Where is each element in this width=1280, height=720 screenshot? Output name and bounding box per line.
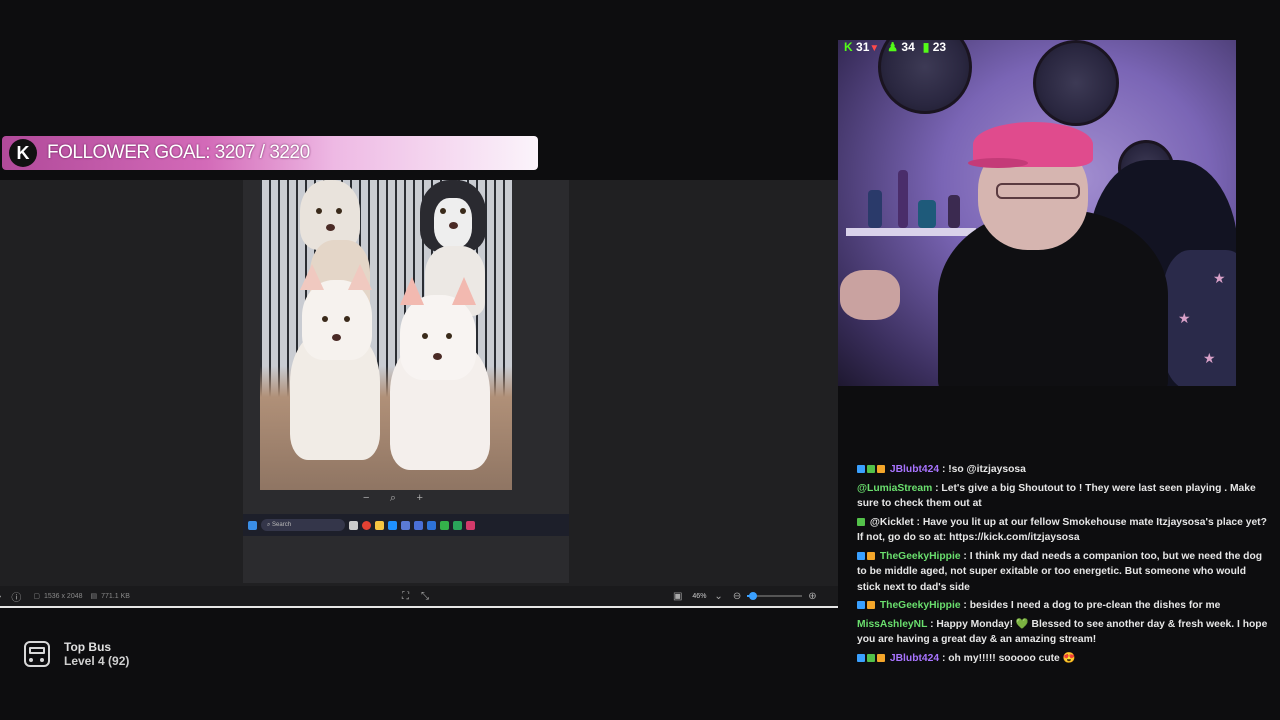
- chat-badge-icon: [857, 465, 865, 473]
- chat-panel: JBlubt424 : !so @itzjaysosa @LumiaStream …: [857, 462, 1269, 669]
- zoom-slider[interactable]: [747, 592, 803, 600]
- chat-username[interactable]: TheGeekyHippie: [880, 551, 961, 562]
- kick-count: 31: [856, 40, 870, 54]
- dreamcatcher: [1033, 40, 1119, 126]
- zoom-slider-knob[interactable]: [748, 592, 757, 600]
- chat-badge-icon: [867, 601, 875, 609]
- webcam-feed: ★ ★ ★ K 31▼ ♟ 34 ▮ 23: [838, 40, 1236, 386]
- chat-badge-icon: [877, 653, 885, 662]
- viewer-count: 34: [901, 40, 915, 54]
- top-bus-title: Top Bus: [64, 640, 112, 654]
- screenshot-icon[interactable]: ▣: [673, 591, 682, 602]
- chat-badge-icon: [857, 517, 865, 526]
- zoom-in-button[interactable]: +: [417, 492, 423, 506]
- chat-message: TheGeekyHippie : besides I need a dog to…: [857, 598, 1269, 614]
- viewer-status-bar: › ⓘ ▢ 1536 x 2048 ▤ 771.1 KB ⛶ ⤡ ▣ 46% ⌄…: [0, 586, 838, 608]
- puppy-dog: [400, 277, 476, 380]
- top-bus-level: Level 4 (92): [64, 654, 130, 668]
- bar-chart-icon: ▮: [922, 40, 930, 54]
- chat-message: JBlubt424 : oh my!!!!! sooooo cute 😍: [857, 651, 1269, 667]
- captured-taskbar: ⌕ Search: [243, 514, 569, 536]
- kick-logo-icon: K: [9, 139, 37, 167]
- chat-message: @Kicklet : Have you lit up at our fellow…: [857, 515, 1269, 546]
- photo-zoom-controls: − ⌕ +: [363, 492, 423, 506]
- zoom-search-icon[interactable]: ⌕: [390, 492, 396, 506]
- chat-message: TheGeekyHippie : I think my dad needs a …: [857, 549, 1269, 596]
- app-icon: [440, 520, 449, 530]
- glasses: [996, 183, 1080, 199]
- dogs-photo: [260, 180, 512, 490]
- taskbar-search-box: ⌕ Search: [261, 519, 345, 531]
- task-view-icon: [349, 520, 358, 530]
- chat-message: MissAshleyNL : Happy Monday! 💚 Blessed t…: [857, 617, 1269, 648]
- chat-username[interactable]: @Kicklet: [870, 517, 914, 528]
- chat-message: @LumiaStream : Let's give a big Shoutout…: [857, 481, 1269, 512]
- chat-badge-icon: [857, 601, 865, 609]
- shelf: [846, 228, 976, 236]
- app-icon: [466, 520, 475, 530]
- chat-badge-icon: [877, 465, 885, 473]
- chevron-down-icon[interactable]: ⌄: [714, 591, 722, 602]
- chat-message-text: : !so @itzjaysosa: [939, 464, 1026, 475]
- pink-cap-brim: [968, 158, 1028, 168]
- bus-icon: [24, 641, 50, 667]
- fit-to-window-icon[interactable]: ⛶: [402, 591, 409, 602]
- file-size: 771.1 KB: [101, 592, 130, 600]
- zoom-out-button[interactable]: −: [363, 492, 369, 506]
- zoom-in-icon[interactable]: ⊕: [808, 591, 816, 602]
- top-bus-widget: Top Bus Level 4 (92): [24, 640, 129, 668]
- app-icon: [453, 520, 462, 530]
- chat-message: JBlubt424 : !so @itzjaysosa: [857, 462, 1269, 478]
- windows-start-icon: [248, 520, 257, 530]
- app-icon: [414, 520, 423, 530]
- chat-username[interactable]: @LumiaStream: [857, 483, 932, 494]
- puppy-dog: [300, 264, 372, 360]
- chat-username[interactable]: JBlubt424: [890, 653, 939, 664]
- image-dimensions: 1536 x 2048: [43, 592, 83, 600]
- husky-dog: [420, 180, 486, 252]
- app-icon: [427, 520, 436, 530]
- app-icon: [401, 520, 410, 530]
- chat-badge-icon: [867, 653, 875, 662]
- chat-message-text: : oh my!!!!! sooooo cute 😍: [939, 652, 1076, 664]
- chat-badge-icon: [867, 465, 875, 473]
- arrow-down-icon: ▼: [869, 43, 880, 54]
- zoom-out-icon[interactable]: ⊖: [733, 591, 741, 602]
- chat-message-text: : besides I need a dog to pre-clean the …: [960, 600, 1221, 611]
- follower-goal-text: FOLLOWER GOAL: 3207 / 3220: [47, 142, 310, 163]
- chat-username[interactable]: TheGeekyHippie: [880, 600, 961, 611]
- follower-goal-bar: K FOLLOWER GOAL: 3207 / 3220: [2, 136, 538, 170]
- photo-viewer-window: − ⌕ + ⌕ Search › ⓘ ▢ 1536 x 2048 ▤ 771.1…: [0, 180, 838, 608]
- photo-canvas: − ⌕ + ⌕ Search: [243, 180, 569, 583]
- folder-icon: [375, 520, 384, 530]
- chevron-icon[interactable]: ›: [0, 591, 1, 602]
- chat-username[interactable]: MissAshleyNL: [857, 619, 927, 630]
- chat-badge-icon: [857, 551, 865, 560]
- zoom-percent[interactable]: 46%: [692, 593, 706, 600]
- file-icon: ▤: [90, 593, 98, 600]
- chrome-icon: [362, 520, 371, 530]
- info-icon[interactable]: ⓘ: [11, 589, 21, 604]
- chat-message-text: : Have you lit up at our fellow Smokehou…: [857, 516, 1267, 544]
- actual-size-icon[interactable]: ⤡: [421, 591, 429, 602]
- chat-badge-icon: [867, 551, 875, 560]
- edge-icon: [388, 520, 397, 530]
- chat-badge-icon: [857, 653, 865, 662]
- image-size-icon: ▢: [33, 593, 40, 600]
- bar-count: 23: [932, 40, 947, 54]
- viewers-icon: ♟: [887, 40, 899, 54]
- kick-icon: K: [844, 40, 853, 54]
- chat-username[interactable]: JBlubt424: [890, 464, 939, 475]
- stream-stats: K 31▼ ♟ 34 ▮ 23: [844, 40, 946, 54]
- streamer-hand: [840, 270, 900, 320]
